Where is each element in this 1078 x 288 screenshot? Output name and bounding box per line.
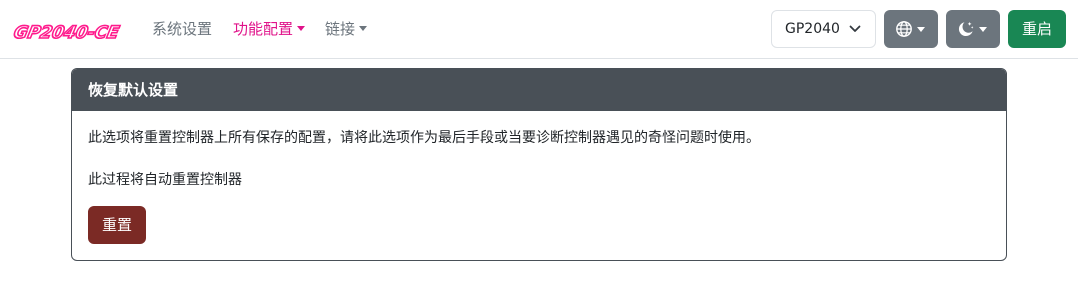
card-header: 恢复默认设置 [72,69,1006,111]
gp2040-ce-logo[interactable]: GP2040-CE [10,14,130,46]
nav-item-function-config[interactable]: 功能配置 [233,19,306,39]
board-config-select[interactable]: GP2040 [771,10,876,48]
moon-stars-icon [958,22,974,37]
language-dropdown-button[interactable] [884,10,938,48]
board-config-value: GP2040 [785,21,840,37]
chevron-down-icon [849,25,861,32]
reset-button[interactable]: 重置 [88,206,146,244]
nav-item-label: 系统设置 [152,20,213,38]
nav-item-links[interactable]: 链接 [325,19,368,39]
caret-down-icon [979,27,987,32]
nav-item-label: 功能配置 [233,20,294,38]
theme-dropdown-button[interactable] [946,10,1000,48]
reset-note: 此过程将自动重置控制器 [88,172,242,188]
globe-icon [896,21,912,37]
caret-down-icon [917,27,925,32]
restart-button[interactable]: 重启 [1008,10,1066,48]
nav-item-label: 链接 [325,20,356,38]
caret-down-icon [297,26,306,31]
caret-down-icon [359,26,368,31]
svg-text:GP2040-CE: GP2040-CE [12,23,121,43]
top-navbar: GP2040-CE 系统设置 功能配置 链接 GP2040 重启 [0,0,1078,59]
nav-item-system-settings[interactable]: 系统设置 [152,19,212,39]
reset-settings-card: 恢复默认设置 此选项将重置控制器上所有保存的配置，请将此选项作为最后手段或当要诊… [71,68,1007,261]
reset-description: 此选项将重置控制器上所有保存的配置，请将此选项作为最后手段或当要诊断控制器遇见的… [88,130,760,146]
